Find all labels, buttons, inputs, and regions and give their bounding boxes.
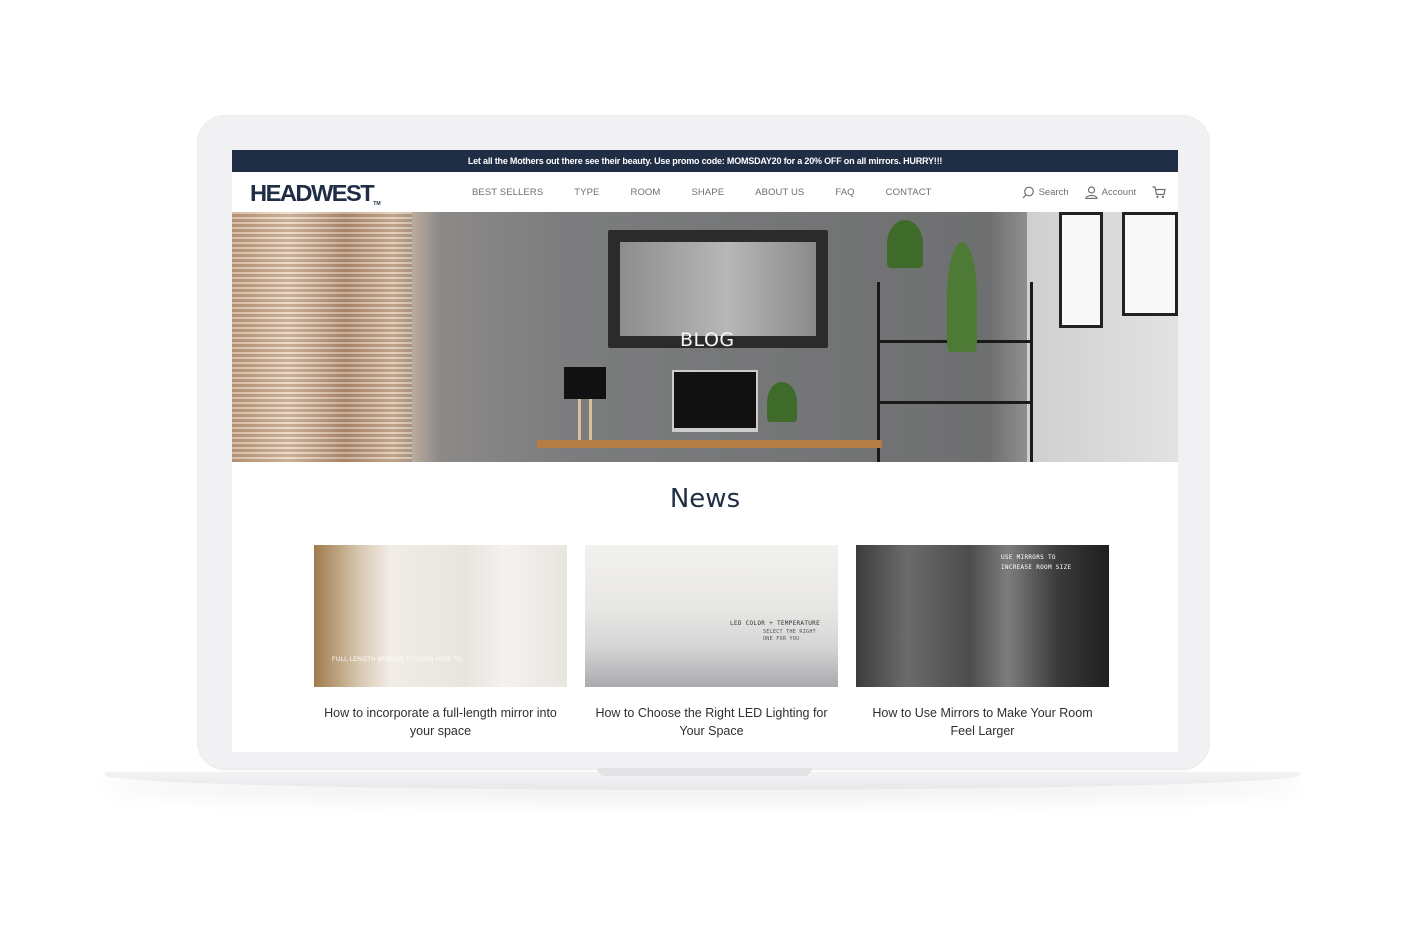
nav-contact[interactable]: CONTACT [886,187,932,198]
plant [887,220,923,268]
hero-title: BLOG [680,329,735,351]
cart-icon [1152,185,1166,198]
wall-art-frame [1122,212,1178,316]
nav-faq[interactable]: FAQ [835,187,854,198]
image-caption-text: LED COLOR + TEMPERATURE [730,620,820,627]
card-image[interactable]: LED COLOR + TEMPERATURE SELECT THE RIGHT… [585,545,838,687]
main-nav: BEST SELLERS TYPE ROOM SHAPE ABOUT US FA… [472,172,963,212]
wall-art-frame [1059,212,1103,328]
search-label: Search [1038,186,1069,198]
user-icon [1085,185,1098,199]
logo-text: HEADWEST [250,180,375,206]
lamp-legs [575,399,595,441]
search-button[interactable]: Search [1022,186,1069,199]
desk-lamp [564,367,606,399]
card-title[interactable]: How to Use Mirrors to Make Your Room Fee… [856,704,1109,740]
account-button[interactable]: Account [1085,185,1136,199]
account-label: Account [1101,186,1136,198]
image-caption-text: ONE FOR YOU [763,636,800,642]
news-card[interactable]: USE MIRRORS TO INCREASE ROOM SIZE How to… [856,545,1109,740]
nav-type[interactable]: TYPE [574,187,599,198]
laptop-notch [597,768,812,776]
image-caption-text: INCREASE ROOM SIZE [1001,564,1072,571]
news-cards: FULL LENGTH MIRROR STYLING HOW TO How to… [314,545,1109,740]
nav-best-sellers[interactable]: BEST SELLERS [472,187,543,198]
news-card[interactable]: LED COLOR + TEMPERATURE SELECT THE RIGHT… [585,545,838,740]
headwest-logo[interactable]: HEADWESTTM [250,180,381,207]
nav-about-us[interactable]: ABOUT US [755,187,804,198]
search-icon [1022,186,1034,198]
card-image[interactable]: FULL LENGTH MIRROR STYLING HOW TO [314,545,567,687]
promo-banner: Let all the Mothers out there see their … [232,150,1178,172]
window-blinds [232,212,412,462]
logo-tm: TM [373,201,381,207]
desk [537,440,882,448]
header-actions: Search Account [1022,172,1166,212]
card-image[interactable]: USE MIRRORS TO INCREASE ROOM SIZE [856,545,1109,687]
blog-hero-banner: BLOG [232,212,1178,462]
image-caption-text: USE MIRRORS TO [1001,554,1056,561]
nav-shape[interactable]: SHAPE [691,187,724,198]
cart-button[interactable] [1152,185,1166,199]
card-title[interactable]: How to incorporate a full-length mirror … [314,704,567,740]
nav-room[interactable]: ROOM [630,187,660,198]
card-title[interactable]: How to Choose the Right LED Lighting for… [585,704,838,740]
promo-text: Let all the Mothers out there see their … [467,156,943,166]
site-header: HEADWESTTM BEST SELLERS TYPE ROOM SHAPE … [232,172,1178,212]
plant [947,242,977,352]
image-caption-text: FULL LENGTH MIRROR STYLING HOW TO [332,657,462,663]
plant [767,382,797,422]
desk-monitor [672,370,758,432]
website-screen: Let all the Mothers out there see their … [232,150,1178,752]
news-card[interactable]: FULL LENGTH MIRROR STYLING HOW TO How to… [314,545,567,740]
mirror-reflection [620,242,816,336]
news-heading: News [669,484,741,514]
